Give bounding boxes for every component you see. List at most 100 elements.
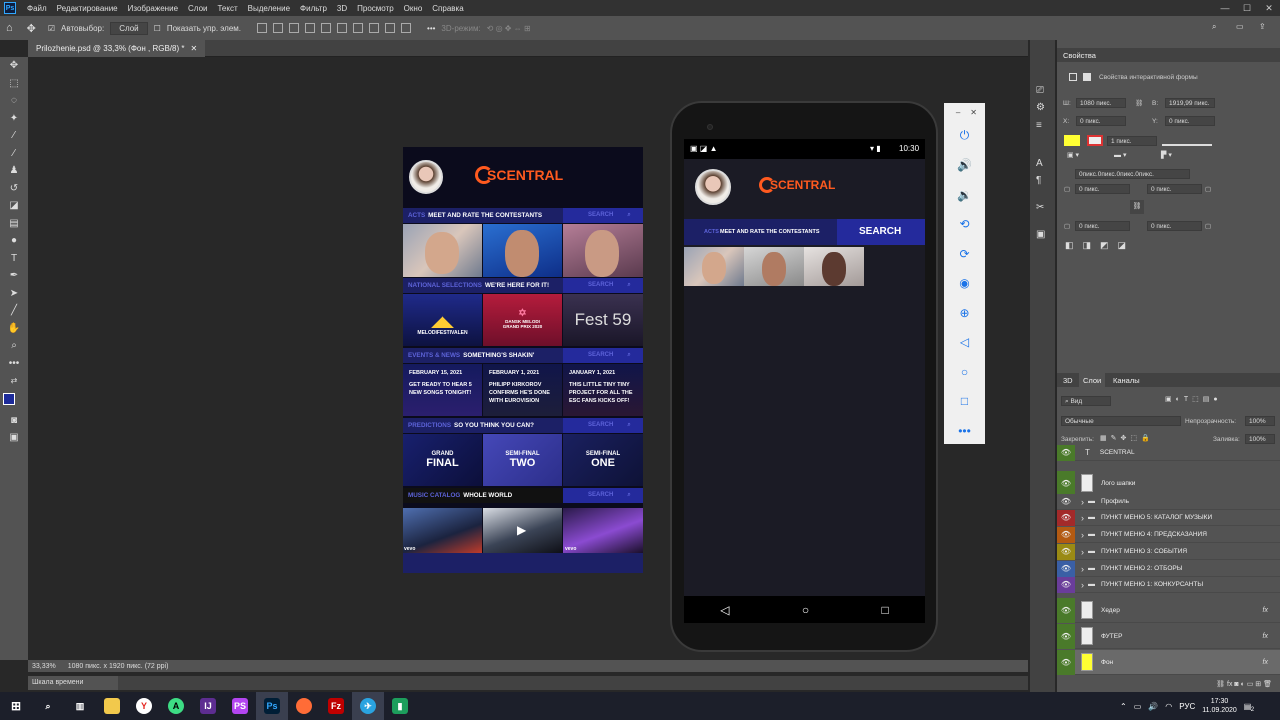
layer-row[interactable]: 👁 › ▬ ПУНКТ МЕНЮ 3: СОБЫТИЯ [1057,543,1280,560]
libraries-icon[interactable]: ▣ [1036,229,1045,240]
selection-dansk[interactable]: ✡ DANSK MELODI GRAND PRIX 2020 [483,294,562,346]
more-icon[interactable]: ••• [427,24,435,33]
lasso-tool-icon[interactable]: ◌ [0,92,28,110]
home-icon[interactable]: ⌂ [6,22,13,34]
hand-tool-icon[interactable]: ✋ [0,320,28,338]
show-controls-checkbox[interactable]: ☐ [154,24,161,33]
tab-3d[interactable]: 3D [1063,376,1073,385]
x-field[interactable]: 0 пикс. [1076,116,1126,126]
visibility-eye-icon[interactable]: 👁 [1057,526,1075,543]
swap-colors-icon[interactable]: ⇄ [0,372,28,390]
pen-tool-icon[interactable]: ✒ [0,267,28,285]
align-left-icon[interactable] [257,23,268,33]
corner-bl-field[interactable]: 0 пикс. [1075,221,1130,231]
link-icon[interactable]: ⛓ [1135,99,1143,107]
file-explorer-icon[interactable] [96,692,128,720]
align-top-icon[interactable] [305,23,316,33]
menu-layers[interactable]: Слои [183,4,212,13]
align-center-icon[interactable] [273,23,284,33]
styles-icon[interactable]: ≡ [1036,120,1042,131]
layers-footer-icons[interactable]: ⛓ fx ◙ ◐ ▭ ⊞ 🗑 [1057,676,1280,692]
y-field[interactable]: 0 пикс. [1165,116,1215,126]
menu-3d[interactable]: 3D [332,4,352,13]
event-card-3[interactable]: JANUARY 1, 2021 THIS LITTLE TINY TINY PR… [563,364,643,416]
zoom-level[interactable]: 33,33% [32,663,56,670]
move-tool-icon[interactable]: ✥ [27,22,36,35]
layer-row[interactable]: 👁 › ▬ ПУНКТ МЕНЮ 5: КАТАЛОГ МУЗЫКИ [1057,509,1280,526]
android-studio-icon[interactable]: A [160,692,192,720]
expand-chevron-icon[interactable]: › [1081,547,1084,557]
glyphs-icon[interactable]: A [1036,158,1043,169]
tab-close-icon[interactable]: ✕ [190,44,197,53]
expand-chevron-icon[interactable]: › [1081,564,1084,574]
search-button[interactable]: SEARCH ⌕ [563,278,643,293]
align-middle-icon[interactable] [321,23,332,33]
blend-mode-dropdown[interactable]: Обычные [1061,416,1181,426]
menu-file[interactable]: Файл [22,4,52,13]
menu-help[interactable]: Справка [427,4,468,13]
lock-icons[interactable]: ▦✎✥⬚🔒 [1100,434,1154,442]
eraser-tool-icon[interactable]: ◪ [0,197,28,215]
menu-filter[interactable]: Фильтр [295,4,332,13]
emu-back-icon[interactable]: ◁ [944,328,985,358]
music-video-3[interactable]: vevo [563,508,643,553]
layer-row[interactable]: 👁 › ▬ ПУНКТ МЕНЮ 1: КОНКУРСАНТЫ [1057,576,1280,593]
volume-down-icon[interactable]: 🔉 [944,180,985,210]
emu-minimize-icon[interactable]: – [956,108,960,117]
tools-icon[interactable]: ✂ [1036,202,1044,213]
recents-icon[interactable]: □ [882,603,889,617]
phone-screen[interactable]: ▣ ◪ ▲ ▾ ▮ 10:30 SCENTRAL ACTS MEET AND R… [684,139,925,596]
maximize-icon[interactable]: ☐ [1236,0,1258,16]
text-tool-icon[interactable]: T [0,250,28,268]
layer-filter-dropdown[interactable]: ⌕ Вид [1061,396,1111,406]
stroke-caps-dropdown[interactable]: ▬ ▾ [1114,151,1144,160]
menu-select[interactable]: Выделение [243,4,295,13]
autoselect-checkbox[interactable]: ☑ [48,24,55,33]
yandex-browser-icon[interactable]: Y [128,692,160,720]
history-icon[interactable]: ⎚ [1036,85,1044,96]
menu-image[interactable]: Изображение [123,4,183,13]
menu-view[interactable]: Просмотр [352,4,399,13]
gradient-tool-icon[interactable]: ▤ [0,215,28,233]
tray-language[interactable]: РУС [1179,702,1195,711]
align-bottom-icon[interactable] [337,23,348,33]
tray-wifi-icon[interactable]: ◠ [1165,702,1172,711]
corner-tl-field[interactable]: 0 пикс. [1075,184,1130,194]
contestant-photo-3[interactable] [563,224,643,277]
distribute-center-icon[interactable] [401,23,412,33]
layer-row[interactable]: 👁 › ▬ Профиль [1057,494,1280,510]
path-select-icon[interactable]: ➤ [0,285,28,303]
tray-network-icon[interactable]: ▭ [1134,702,1142,711]
filezilla-icon[interactable]: Fz [320,692,352,720]
design-artboard[interactable]: SCENTRAL ACTS MEET AND RATE THE CONTESTA… [403,147,643,573]
share-icon[interactable]: ⇪ [1259,22,1266,31]
music-video-2[interactable]: ▶ [483,508,562,553]
emu-close-icon[interactable]: ✕ [970,108,977,117]
search-button[interactable]: SEARCH ⌕ [563,348,643,363]
volume-up-icon[interactable]: 🔊 [944,151,985,181]
event-card-1[interactable]: FEBRUARY 15, 2021 GET READY TO HEAR 5 NE… [403,364,482,416]
move-tool-icon[interactable]: ✥ [0,57,28,75]
tab-properties[interactable]: Свойства [1063,51,1096,60]
layer-row[interactable]: 👁 Фон fx [1057,649,1280,675]
expand-chevron-icon[interactable]: › [1081,580,1084,590]
postman-icon[interactable] [288,692,320,720]
opacity-field[interactable]: 100% [1245,416,1275,426]
screenshot-icon[interactable]: ◉ [944,269,985,299]
pathfinder-buttons[interactable]: ◧◨◩◪ [1065,240,1135,251]
layer-row[interactable]: 👁 Лого шапки [1057,470,1280,496]
expand-chevron-icon[interactable]: › [1081,530,1084,540]
event-card-2[interactable]: FEBRUARY 1, 2021 PHILIPP KIRKOROV CONFIR… [483,364,562,416]
color-swatches[interactable] [0,390,28,412]
menu-type[interactable]: Текст [212,4,242,13]
stroke-align-dropdown[interactable]: ▣ ▾ [1067,151,1097,160]
adjustments-icon[interactable]: ⚙ [1036,102,1045,113]
marquee-tool-icon[interactable]: ⬚ [0,75,28,93]
foreground-color-swatch[interactable] [3,392,15,405]
search-button[interactable]: SEARCH ⌕ [563,208,643,223]
layer-filter-icons[interactable]: ▣◐T⬚▤● [1165,395,1222,403]
fill-field[interactable]: 100% [1245,434,1275,444]
photoshop-taskbar-icon[interactable]: Ps [256,692,288,720]
prediction-semi-one[interactable]: SEMI-FINAL ONE [563,434,643,486]
layer-row[interactable]: 👁 › ▬ ПУНКТ МЕНЮ 4: ПРЕДСКАЗАНИЯ [1057,526,1280,543]
